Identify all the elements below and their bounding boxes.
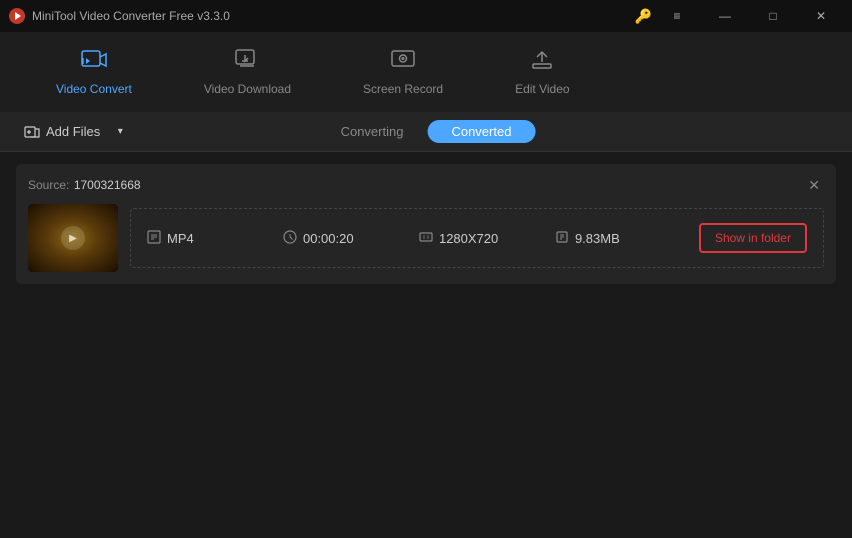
nav-tab-video-download-label: Video Download [204,82,291,96]
file-size: 9.83MB [575,231,620,246]
file-info-box: MP4 00:00:20 1280X720 [130,208,824,268]
source-info: Source: 1700321668 [28,176,141,194]
file-duration-item: 00:00:20 [283,230,419,247]
add-files-button[interactable]: Add Files [16,114,108,150]
nav-tab-screen-record[interactable]: Screen Record [347,40,459,104]
file-size-item: 9.83MB [555,230,691,247]
resolution-icon [419,230,433,247]
file-resolution-item: 1280X720 [419,230,555,247]
minimize-button[interactable]: — [702,0,748,32]
add-files-icon [24,124,40,140]
nav-tab-video-convert[interactable]: Video Convert [40,40,148,104]
close-card-button[interactable]: ✕ [804,177,824,194]
edit-video-icon [529,48,555,78]
title-bar: MiniTool Video Converter Free v3.3.0 🔑 ≡… [0,0,852,32]
title-bar-controls: 🔑 ≡ — □ ✕ [635,0,844,32]
video-download-icon [234,48,260,78]
file-card-header: Source: 1700321668 ✕ [28,176,824,194]
menu-button[interactable]: ≡ [654,0,700,32]
key-icon: 🔑 [635,8,652,25]
source-name: 1700321668 [74,178,141,192]
toolbar-tabs: Converting Converted [317,120,536,143]
tab-converting[interactable]: Converting [317,120,428,143]
format-icon [147,230,161,247]
nav-tab-edit-video-label: Edit Video [515,82,570,96]
show-in-folder-button[interactable]: Show in folder [699,223,807,253]
file-format-item: MP4 [147,230,283,247]
file-card: Source: 1700321668 ✕ ▶ MP4 [16,164,836,284]
nav-tab-video-convert-label: Video Convert [56,82,132,96]
content-area: Source: 1700321668 ✕ ▶ MP4 [0,152,852,538]
close-button[interactable]: ✕ [798,0,844,32]
nav-tab-edit-video[interactable]: Edit Video [499,40,586,104]
source-label: Source: [28,178,69,192]
app-title: MiniTool Video Converter Free v3.3.0 [32,9,230,23]
add-files-label: Add Files [46,124,100,139]
video-thumbnail: ▶ [28,204,118,272]
nav-bar: Video Convert Video Download Screen Reco… [0,32,852,112]
file-card-body: ▶ MP4 00:00:20 [28,204,824,272]
add-files-dropdown-button[interactable]: ▾ [108,114,132,150]
nav-tab-video-download[interactable]: Video Download [188,40,307,104]
maximize-button[interactable]: □ [750,0,796,32]
video-convert-icon [81,48,107,78]
file-resolution: 1280X720 [439,231,498,246]
duration-icon [283,230,297,247]
screen-record-icon [390,48,416,78]
app-logo-icon [8,7,26,25]
size-icon [555,230,569,247]
file-format: MP4 [167,231,194,246]
tab-converted[interactable]: Converted [427,120,535,143]
nav-tab-screen-record-label: Screen Record [363,82,443,96]
thumbnail-play-icon: ▶ [61,226,85,250]
file-duration: 00:00:20 [303,231,354,246]
toolbar: Add Files ▾ Converting Converted [0,112,852,152]
title-bar-left: MiniTool Video Converter Free v3.3.0 [8,7,230,25]
